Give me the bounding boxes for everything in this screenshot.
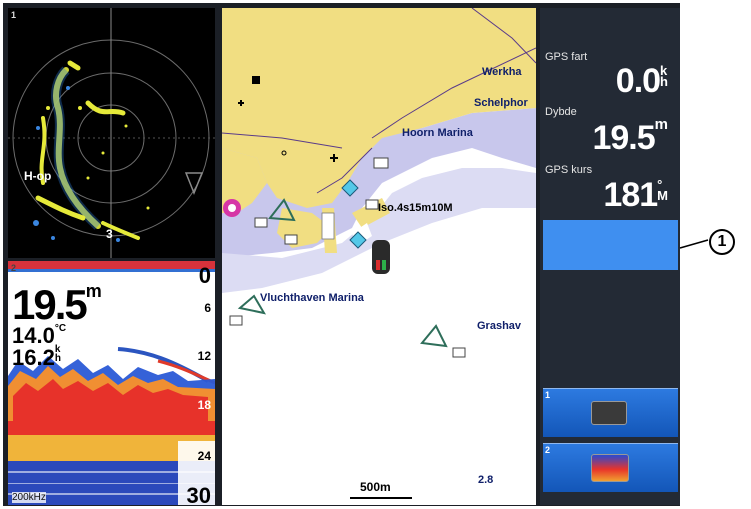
data-sidebar: GPS fart 0.0k h Dybde 19.5m GPS kurs 181°… — [540, 8, 680, 505]
sonar-scale-30: 30 — [186, 483, 211, 505]
sonar-pane-number: 2 — [11, 263, 17, 273]
sonar-scale-6: 6 — [204, 301, 211, 315]
radar-mode-label: H-op — [24, 169, 52, 183]
thumbnail-1-number: 1 — [545, 390, 551, 400]
depth-readout: 19.5m — [592, 116, 668, 158]
chart-label-hoorn-marina: Hoorn Marina — [402, 127, 473, 139]
callout-marker: 1 — [709, 229, 735, 255]
chart-building-symbol — [252, 76, 260, 84]
gps-speed-readout: 0.0k h — [616, 62, 668, 101]
sonar-temp-unit: °C — [54, 323, 67, 334]
sonar-scale-0: 0 — [198, 263, 211, 288]
navigation-chart-pane[interactable]: Werkha Schelphor Hoorn Marina Iso.4s15m1… — [222, 8, 536, 505]
sonar-depth-readout: 19.5m — [12, 281, 102, 329]
gps-speed-value: 0.0 — [615, 62, 661, 100]
sonar-scale-24: 24 — [197, 449, 211, 463]
sonar-scale-12: 12 — [197, 349, 211, 363]
gps-speed-label: GPS fart — [545, 51, 588, 63]
chart-zoom-value: 2.8 — [478, 474, 494, 486]
empty-data-field[interactable] — [543, 220, 678, 270]
depth-value: 19.5 — [592, 119, 655, 157]
sonar-pane[interactable]: 2 19.5m 14.0°C 16.2k h 0 6 12 18 24 30 20… — [8, 261, 215, 505]
chart-label-vluchthaven-marina: Vluchthaven Marina — [260, 292, 364, 304]
thumbnail-radar-page[interactable]: 1 — [543, 388, 678, 437]
thumbnail-2-number: 2 — [545, 445, 551, 455]
sonar-frequency: 200kHz — [12, 492, 46, 503]
radar-pane[interactable]: 1 H-op 3 — [8, 8, 215, 258]
gps-speed-unit-bottom: h — [660, 74, 668, 89]
chart-label-grashaven: Grashav — [477, 320, 522, 332]
radar-pane-number: 1 — [11, 10, 17, 20]
sonar-page-icon — [591, 454, 629, 482]
gps-course-label: GPS kurs — [545, 164, 593, 176]
sonar-depth-unit: m — [85, 281, 102, 301]
sonar-speed-readout: 16.2k h — [12, 345, 61, 371]
gps-course-value: 181 — [603, 176, 658, 214]
device-screen: 1 H-op 3 2 19.5m 14.0°C 16.2k h 0 6 12 1… — [3, 3, 680, 506]
radar-display — [8, 8, 215, 258]
vessel-icon — [372, 240, 390, 274]
gps-course-unit-bottom: M — [657, 188, 668, 203]
depth-label: Dybde — [545, 106, 577, 118]
chart-label-light: Iso.4s15m10M — [378, 202, 453, 214]
thumbnail-sonar-page[interactable]: 2 — [543, 443, 678, 492]
sonar-scale-18: 18 — [197, 398, 211, 412]
chart-scale-label: 500m — [360, 480, 391, 494]
sonar-depth-value: 19.5 — [12, 281, 88, 328]
gps-course-readout: 181° M — [603, 176, 668, 215]
sonar-speed-value: 16.2 — [12, 345, 55, 370]
radar-page-icon — [591, 401, 627, 425]
chart-label-werkhaven: Werkha — [482, 66, 522, 78]
radar-range-label: 3 — [106, 227, 113, 241]
depth-unit: m — [654, 116, 668, 133]
sonar-speed-unit-bottom: h — [54, 353, 61, 364]
chart-label-schelphoek: Schelphor — [474, 97, 528, 109]
chart-map — [222, 8, 536, 505]
